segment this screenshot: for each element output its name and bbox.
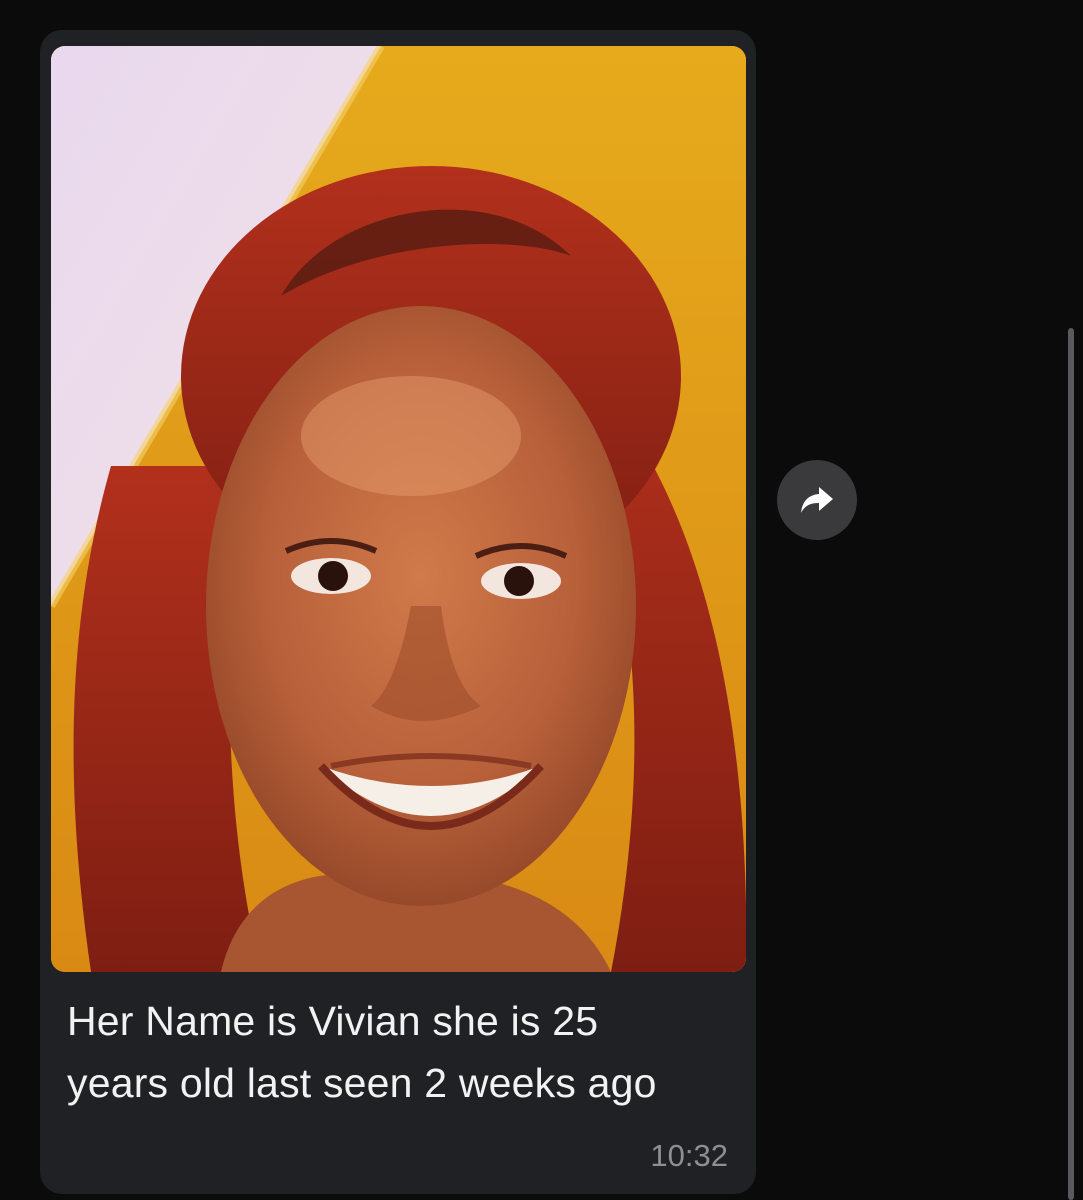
message-bubble[interactable]: Her Name is Vivian she is 25 years old l… [40, 30, 756, 1194]
forward-arrow-icon [801, 487, 833, 513]
message-photo[interactable] [51, 46, 746, 972]
message-timestamp: 10:32 [650, 1138, 728, 1173]
chat-area: Her Name is Vivian she is 25 years old l… [0, 0, 1083, 1200]
portrait-photo-image [51, 46, 746, 972]
message-caption: Her Name is Vivian she is 25 years old l… [67, 998, 657, 1106]
forward-button[interactable] [777, 460, 857, 540]
scrollbar[interactable] [1068, 328, 1074, 1200]
